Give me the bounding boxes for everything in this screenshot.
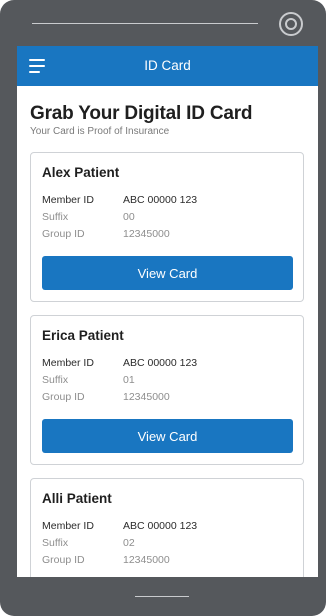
page-subtitle: Your Card is Proof of Insurance	[30, 126, 170, 137]
id-card-alex: Alex Patient Member ID ABC 00000 123 Suf…	[30, 152, 304, 302]
id-card-erica: Erica Patient Member ID ABC 00000 123 Su…	[30, 315, 304, 465]
card-patient-name: Alex Patient	[42, 165, 120, 180]
camera-icon	[279, 12, 303, 36]
suffix-label: Suffix	[42, 211, 69, 223]
phone-top-bezel	[0, 0, 326, 46]
member-id-value: ABC 00000 123	[123, 194, 198, 206]
member-id-value: ABC 00000 123	[123, 357, 198, 369]
group-id-value: 12345000	[123, 391, 170, 403]
group-id-label: Group ID	[42, 554, 85, 566]
phone-bottom-bezel	[0, 577, 326, 616]
card-patient-name: Erica Patient	[42, 328, 124, 343]
card-patient-name: Alli Patient	[42, 491, 112, 506]
speaker-line	[32, 23, 258, 24]
view-card-button[interactable]: View Card	[42, 419, 293, 453]
group-id-value: 12345000	[123, 554, 170, 566]
suffix-label: Suffix	[42, 537, 69, 549]
suffix-value: 00	[123, 211, 135, 223]
member-id-label: Member ID	[42, 357, 94, 369]
group-id-label: Group ID	[42, 228, 85, 240]
view-card-button[interactable]: View Card	[42, 256, 293, 290]
member-id-value: ABC 00000 123	[123, 520, 198, 532]
header-title: ID Card	[144, 58, 191, 73]
suffix-label: Suffix	[42, 374, 69, 386]
id-card-alli: Alli Patient Member ID ABC 00000 123 Suf…	[30, 478, 304, 577]
member-id-label: Member ID	[42, 194, 94, 206]
page-title: Grab Your Digital ID Card	[30, 103, 253, 124]
group-id-value: 12345000	[123, 228, 170, 240]
home-indicator	[135, 596, 189, 597]
app-header: ID Card	[17, 46, 318, 86]
phone-frame: ID Card Grab Your Digital ID Card Your C…	[0, 0, 326, 616]
app-screen: ID Card Grab Your Digital ID Card Your C…	[17, 46, 318, 577]
member-id-label: Member ID	[42, 520, 94, 532]
suffix-value: 01	[123, 374, 135, 386]
suffix-value: 02	[123, 537, 135, 549]
group-id-label: Group ID	[42, 391, 85, 403]
